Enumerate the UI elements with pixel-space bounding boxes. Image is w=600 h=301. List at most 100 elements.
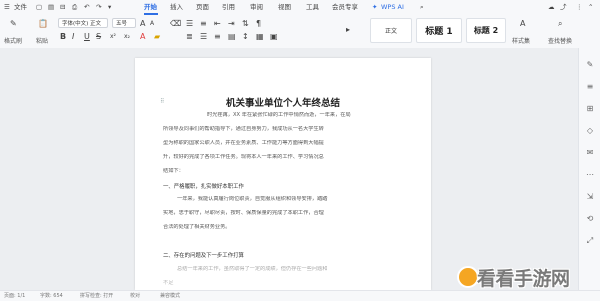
word-count[interactable]: 字数: 654 xyxy=(40,292,63,300)
styles-label[interactable]: 样式集 xyxy=(512,38,530,46)
watermark-text: 看看手游网 xyxy=(477,268,570,290)
tab-home[interactable]: 开始 xyxy=(144,2,157,12)
document-page[interactable]: 机关事业单位个人年终总结 时光荏苒，XX 年在紧张忙碌的工作中悄然而逝，一年来，… xyxy=(135,58,431,290)
watermark-logo-icon xyxy=(457,266,479,288)
paragraph-line[interactable]: 一年来，我能认真履行岗位职责，自觉服从组织和领导安排，踏踏 xyxy=(177,196,407,203)
right-sidebar: ✎ ≡ ⊞ ◇ ✉ ⋯ ⇲ ⟲ ⤢ xyxy=(578,48,600,290)
watermark: 看看手游网 xyxy=(455,258,600,300)
style-heading1[interactable]: 标题 1 xyxy=(416,18,462,43)
section-heading[interactable]: 一、严格履职，扎实做好本职工作 xyxy=(163,182,244,190)
font-color-icon[interactable]: A xyxy=(140,32,145,41)
align-right-icon[interactable]: ≡ xyxy=(214,32,221,41)
find-replace-icon[interactable]: ⌕ xyxy=(558,19,562,28)
paragraph-line[interactable]: 升，较好的完成了各项工作任务。现将本人一年来的工作、学习情况总 xyxy=(163,154,403,161)
style-heading2-label: 标题 2 xyxy=(473,26,499,35)
justify-icon[interactable]: ▤ xyxy=(228,32,236,41)
paragraph-line[interactable]: 结如下： xyxy=(163,168,403,175)
font-name-select[interactable]: 字体(中文) 正文 xyxy=(58,18,108,28)
style-normal-label: 正文 xyxy=(384,28,397,35)
superscript-icon[interactable]: x² xyxy=(110,32,116,41)
sort-icon[interactable]: ⇅ xyxy=(242,19,249,28)
tab-review[interactable]: 审阅 xyxy=(250,2,263,12)
save-icon[interactable]: ⊟ xyxy=(60,2,65,12)
navigation-icon[interactable]: ⇲ xyxy=(585,192,595,202)
tab-member[interactable]: 会员专享 xyxy=(332,2,358,12)
paragraph-line[interactable]: 合法的处理了相关财务业务。 xyxy=(163,224,403,231)
more-icon[interactable]: ▾ xyxy=(108,2,111,12)
format-icon[interactable]: ⋯ xyxy=(585,170,595,180)
align-center-icon[interactable]: ☰ xyxy=(200,32,207,41)
show-marks-icon[interactable]: ¶ xyxy=(256,19,261,28)
shading-icon[interactable]: ▦ xyxy=(256,32,264,41)
redo-icon[interactable]: ↷ xyxy=(96,2,101,12)
tab-page[interactable]: 页面 xyxy=(196,2,209,12)
spell-check-status[interactable]: 拼写检查: 打开 xyxy=(80,292,113,300)
paste-label[interactable]: 粘贴 xyxy=(36,38,48,46)
tab-references[interactable]: 引用 xyxy=(222,2,235,12)
style-normal[interactable]: 正文 xyxy=(370,18,412,43)
properties-icon[interactable]: ≡ xyxy=(585,82,595,92)
share-icon[interactable]: ⤴ xyxy=(560,2,567,12)
strikethrough-icon[interactable]: S xyxy=(96,32,101,41)
wps-ai-button[interactable]: WPS AI xyxy=(381,2,404,12)
bold-icon[interactable]: B xyxy=(60,32,66,41)
open-icon[interactable]: ▤ xyxy=(48,2,54,12)
align-left-icon[interactable]: ≣ xyxy=(186,32,193,41)
layout-icon[interactable]: ⊞ xyxy=(585,104,595,114)
decrease-indent-icon[interactable]: ⇤ xyxy=(214,19,221,28)
style-heading2[interactable]: 标题 2 xyxy=(466,18,506,43)
new-icon[interactable]: ▢ xyxy=(36,2,42,12)
format-painter-label[interactable]: 格式刷 xyxy=(4,38,22,46)
format-painter-icon[interactable]: ✎ xyxy=(10,19,17,28)
italic-icon[interactable]: I xyxy=(72,32,74,41)
collapse-icon[interactable]: ⌃ xyxy=(588,2,593,12)
underline-icon[interactable]: U xyxy=(84,32,90,41)
expand-icon[interactable]: ⤢ xyxy=(585,236,595,246)
ribbon-toolbar: ✎ 格式刷 📋 粘贴 字体(中文) 正文 五号 A A B I U S x² x… xyxy=(0,15,600,49)
paragraph-line[interactable]: 不足 xyxy=(163,280,403,287)
paragraph-line[interactable]: 实地，忠于职守，尽职尽责，按时、保质保量的完成了本职工作，合理 xyxy=(163,210,403,217)
history-icon[interactable]: ⟲ xyxy=(585,214,595,224)
document-title[interactable]: 机关事业单位个人年终总结 xyxy=(135,95,431,109)
clear-format-icon[interactable]: ⌫ xyxy=(170,19,181,28)
tab-view[interactable]: 视图 xyxy=(278,2,291,12)
menu-bar: ☰ 文件 ▢ ▤ ⊟ ⎙ ↶ ↷ ▾ 开始 插入 页面 引用 审阅 视图 工具 … xyxy=(0,0,600,16)
subscript-icon[interactable]: x₂ xyxy=(124,32,130,41)
section-heading[interactable]: 二、存在的问题及下一步工作打算 xyxy=(163,251,244,259)
styles-more-icon[interactable]: ▸ xyxy=(346,25,350,34)
proofread-button[interactable]: 校对 xyxy=(130,292,140,300)
style-heading1-label: 标题 1 xyxy=(425,27,453,37)
comment-icon[interactable]: ✉ xyxy=(585,148,595,158)
edit-icon[interactable]: ✎ xyxy=(585,60,595,70)
wps-ai-icon: ✦ xyxy=(372,3,378,11)
search-icon[interactable]: ⌕ xyxy=(420,2,424,12)
shrink-font-icon[interactable]: A xyxy=(150,19,154,28)
paragraph-line[interactable]: 时光荏苒，XX 年在紧张忙碌的工作中悄然而逝，一年来，在局 xyxy=(207,112,407,119)
borders-icon[interactable]: ▣ xyxy=(270,32,278,41)
paragraph-line[interactable]: 总结一年来的工作，虽然取得了一定的成绩，但仍存在一些问题和 xyxy=(177,266,407,273)
paragraph-line[interactable]: 所领导及同事们的帮助指导下，通过自身努力，我成功从一名大学生转 xyxy=(163,126,403,133)
app-menu-icon[interactable]: ☰ xyxy=(4,2,10,12)
font-size-select[interactable]: 五号 xyxy=(112,18,136,28)
undo-icon[interactable]: ↶ xyxy=(84,2,89,12)
shapes-icon[interactable]: ◇ xyxy=(585,126,595,136)
line-spacing-icon[interactable]: ↕ xyxy=(242,32,249,41)
paragraph-line[interactable]: 型为称职的国家公职人员，并在业务素质、工作能力等方面得到大幅提 xyxy=(163,140,403,147)
page-indicator[interactable]: 页面: 1/1 xyxy=(4,292,25,300)
styles-icon[interactable]: A xyxy=(520,19,525,28)
grow-font-icon[interactable]: A xyxy=(140,19,145,28)
tab-insert[interactable]: 插入 xyxy=(170,2,183,12)
find-replace-label[interactable]: 查找替换 xyxy=(548,38,572,46)
more-options-icon[interactable]: ⋮ xyxy=(576,2,583,12)
compat-mode: 兼容模式 xyxy=(160,293,181,299)
paste-icon[interactable]: 📋 xyxy=(38,19,48,28)
drag-handle-icon[interactable]: ⠿ xyxy=(160,98,164,105)
bullets-icon[interactable]: ☰ xyxy=(186,19,193,28)
tab-tools[interactable]: 工具 xyxy=(306,2,319,12)
highlight-icon[interactable]: ▰ xyxy=(154,32,160,41)
cloud-icon[interactable]: ☁ xyxy=(548,2,555,12)
increase-indent-icon[interactable]: ⇥ xyxy=(228,19,235,28)
print-icon[interactable]: ⎙ xyxy=(72,2,77,12)
numbering-icon[interactable]: ≡ xyxy=(200,19,207,28)
file-menu[interactable]: 文件 xyxy=(14,2,27,12)
